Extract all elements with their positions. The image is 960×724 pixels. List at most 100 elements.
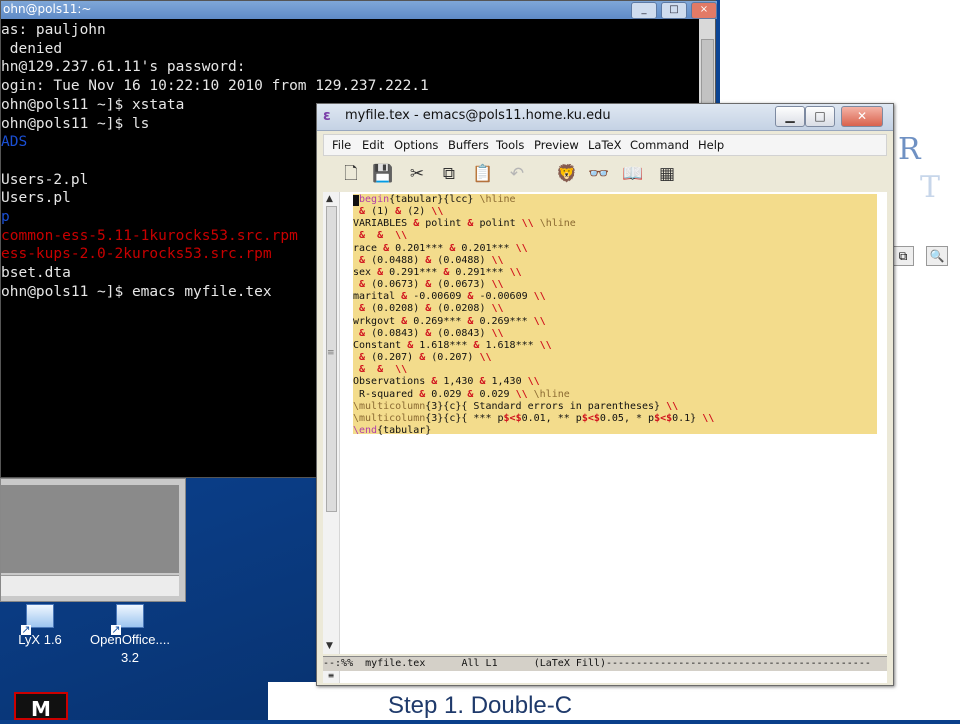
menu-command[interactable]: Command [630,138,689,152]
latex-run-icon[interactable]: 🦁 [555,162,579,186]
code-token: & [425,254,438,266]
editor-scrollbar[interactable]: ▲ ≡ ▼ [323,192,340,654]
mcafee-icon[interactable]: M [14,692,68,721]
latex-source[interactable]: \begin{tabular}{lcc} \hline & (1) & (2) … [353,194,714,437]
code-token: & [419,352,432,364]
code-token: \hline [539,218,576,230]
code-token: & [353,254,372,266]
code-token: (0.0843) [371,327,426,339]
copy-icon[interactable]: ⧉ [892,246,914,266]
code-token: & [407,339,420,351]
scroll-up-icon[interactable]: ▲ [326,194,333,204]
minimize-icon[interactable]: _ [631,2,657,19]
maximize-icon[interactable]: □ [805,106,835,127]
code-token: marital [353,291,402,303]
code-token: 0.269*** [479,315,534,327]
code-token: (1) [371,206,396,218]
code-token: wrkgovt [353,315,402,327]
dvi-view-icon[interactable]: 👓 [587,162,611,186]
code-token: (0.0488) [437,254,492,266]
code-line: & & \\ [353,364,714,376]
menu-options[interactable]: Options [394,138,438,152]
text-cursor [353,195,359,206]
menu-latex[interactable]: LaTeX [588,138,621,152]
minibuffer-scroll-icon: ≡ [323,671,340,683]
code-line: \end{tabular} [353,425,714,437]
code-token: \\ [666,400,679,412]
code-token: (0.0673) [371,279,426,291]
code-token: {tabular} [377,424,432,436]
code-token: {tabular}{lcc} [389,194,480,205]
code-line: & & \\ [353,230,714,242]
code-token: 0.05, * p [599,412,655,424]
code-token: (2) [407,206,432,218]
code-token: 0.291*** [389,266,444,278]
code-token: \\ [491,327,504,339]
close-icon[interactable]: × [691,2,717,19]
code-token: 0.201*** [461,242,516,254]
menu-preview[interactable]: Preview [534,138,579,152]
code-token: \\ [491,254,504,266]
menu-file[interactable]: File [332,138,351,152]
code-token: & [479,376,492,388]
bibtex-icon[interactable]: 📖 [621,162,645,186]
menu-help[interactable]: Help [698,138,724,152]
code-token: $<$ [503,412,522,424]
mode-line: --:%% myfile.tex All L1 (LaTeX Fill)----… [323,656,887,671]
code-token: (0.207) [371,352,420,364]
code-token: (0.0208) [371,303,426,315]
code-token: & [401,315,414,327]
tex-preview-icon[interactable]: ▦ [655,162,679,186]
code-token: 0.1} [672,412,703,424]
code-token: & [467,315,480,327]
maximize-icon[interactable]: □ [661,2,687,19]
openoffice-icon [111,604,144,635]
code-token: & [353,327,372,339]
close-icon[interactable]: ✕ [841,106,883,127]
copy-icon[interactable]: ⧉ [437,162,461,186]
minimize-icon[interactable]: ▁ [775,106,805,127]
desktop-icon-openoffice[interactable]: OpenOffice.... 3.2 [84,604,176,665]
emacs-window[interactable]: ε myfile.tex - emacs@pols11.home.ku.edu … [316,103,894,686]
desktop-icon-label: LyX 1.6 [18,632,62,647]
terminal-line: ogin: Tue Nov 16 10:22:10 2010 from 129.… [1,78,429,95]
editor-buffer[interactable]: ▲ ≡ ▼ \begin{tabular}{lcc} \hline & (1) … [323,192,887,654]
code-token: \\ [431,206,444,218]
paste-icon[interactable]: 📋 [471,162,495,186]
code-token: race [353,242,384,254]
step-caption: Step 1. Double-C [388,692,573,719]
code-token: & [353,279,372,291]
code-token: & [425,303,438,315]
cut-icon[interactable]: ✂ [405,162,429,186]
code-token: & [353,352,372,364]
code-token: & [395,206,408,218]
undo-icon[interactable]: ↶ [505,162,529,186]
scroll-down-icon[interactable]: ▼ [326,641,333,651]
code-token: & [419,388,432,400]
menu-buffers[interactable]: Buffers [448,138,489,152]
grey-window-content [1,485,179,573]
emacs-titlebar[interactable]: ε myfile.tex - emacs@pols11.home.ku.edu … [317,104,893,131]
new-file-icon[interactable]: 🗋 [339,162,363,186]
code-line: race & 0.201*** & 0.201*** \\ [353,243,714,255]
desktop-icon-lyx[interactable]: LyX 1.6 [8,604,72,647]
code-token: & [473,339,486,351]
menu-tools[interactable]: Tools [496,138,524,152]
terminal-line: hn@129.237.61.11's password: [1,59,246,76]
code-token: & [413,218,426,230]
save-icon[interactable]: 💾 [371,162,395,186]
scroll-thumb[interactable] [326,206,337,512]
code-token: & & \\ [353,364,408,376]
code-token: \multicolumn [353,400,426,412]
code-line: marital & -0.00609 & -0.00609 \\ [353,291,714,303]
zoom-icon[interactable]: 🔍 [926,246,948,266]
code-token: \\ [539,339,552,351]
minibuffer[interactable] [323,671,887,683]
terminal-titlebar[interactable]: ohn@pols11:~ _ □ × [1,1,717,19]
code-token: $<$ [581,412,600,424]
code-token: \\ [702,412,715,424]
code-token: \\ [533,315,546,327]
doc-letter: T [920,170,941,205]
code-token: \\ [533,291,546,303]
menu-edit[interactable]: Edit [362,138,384,152]
